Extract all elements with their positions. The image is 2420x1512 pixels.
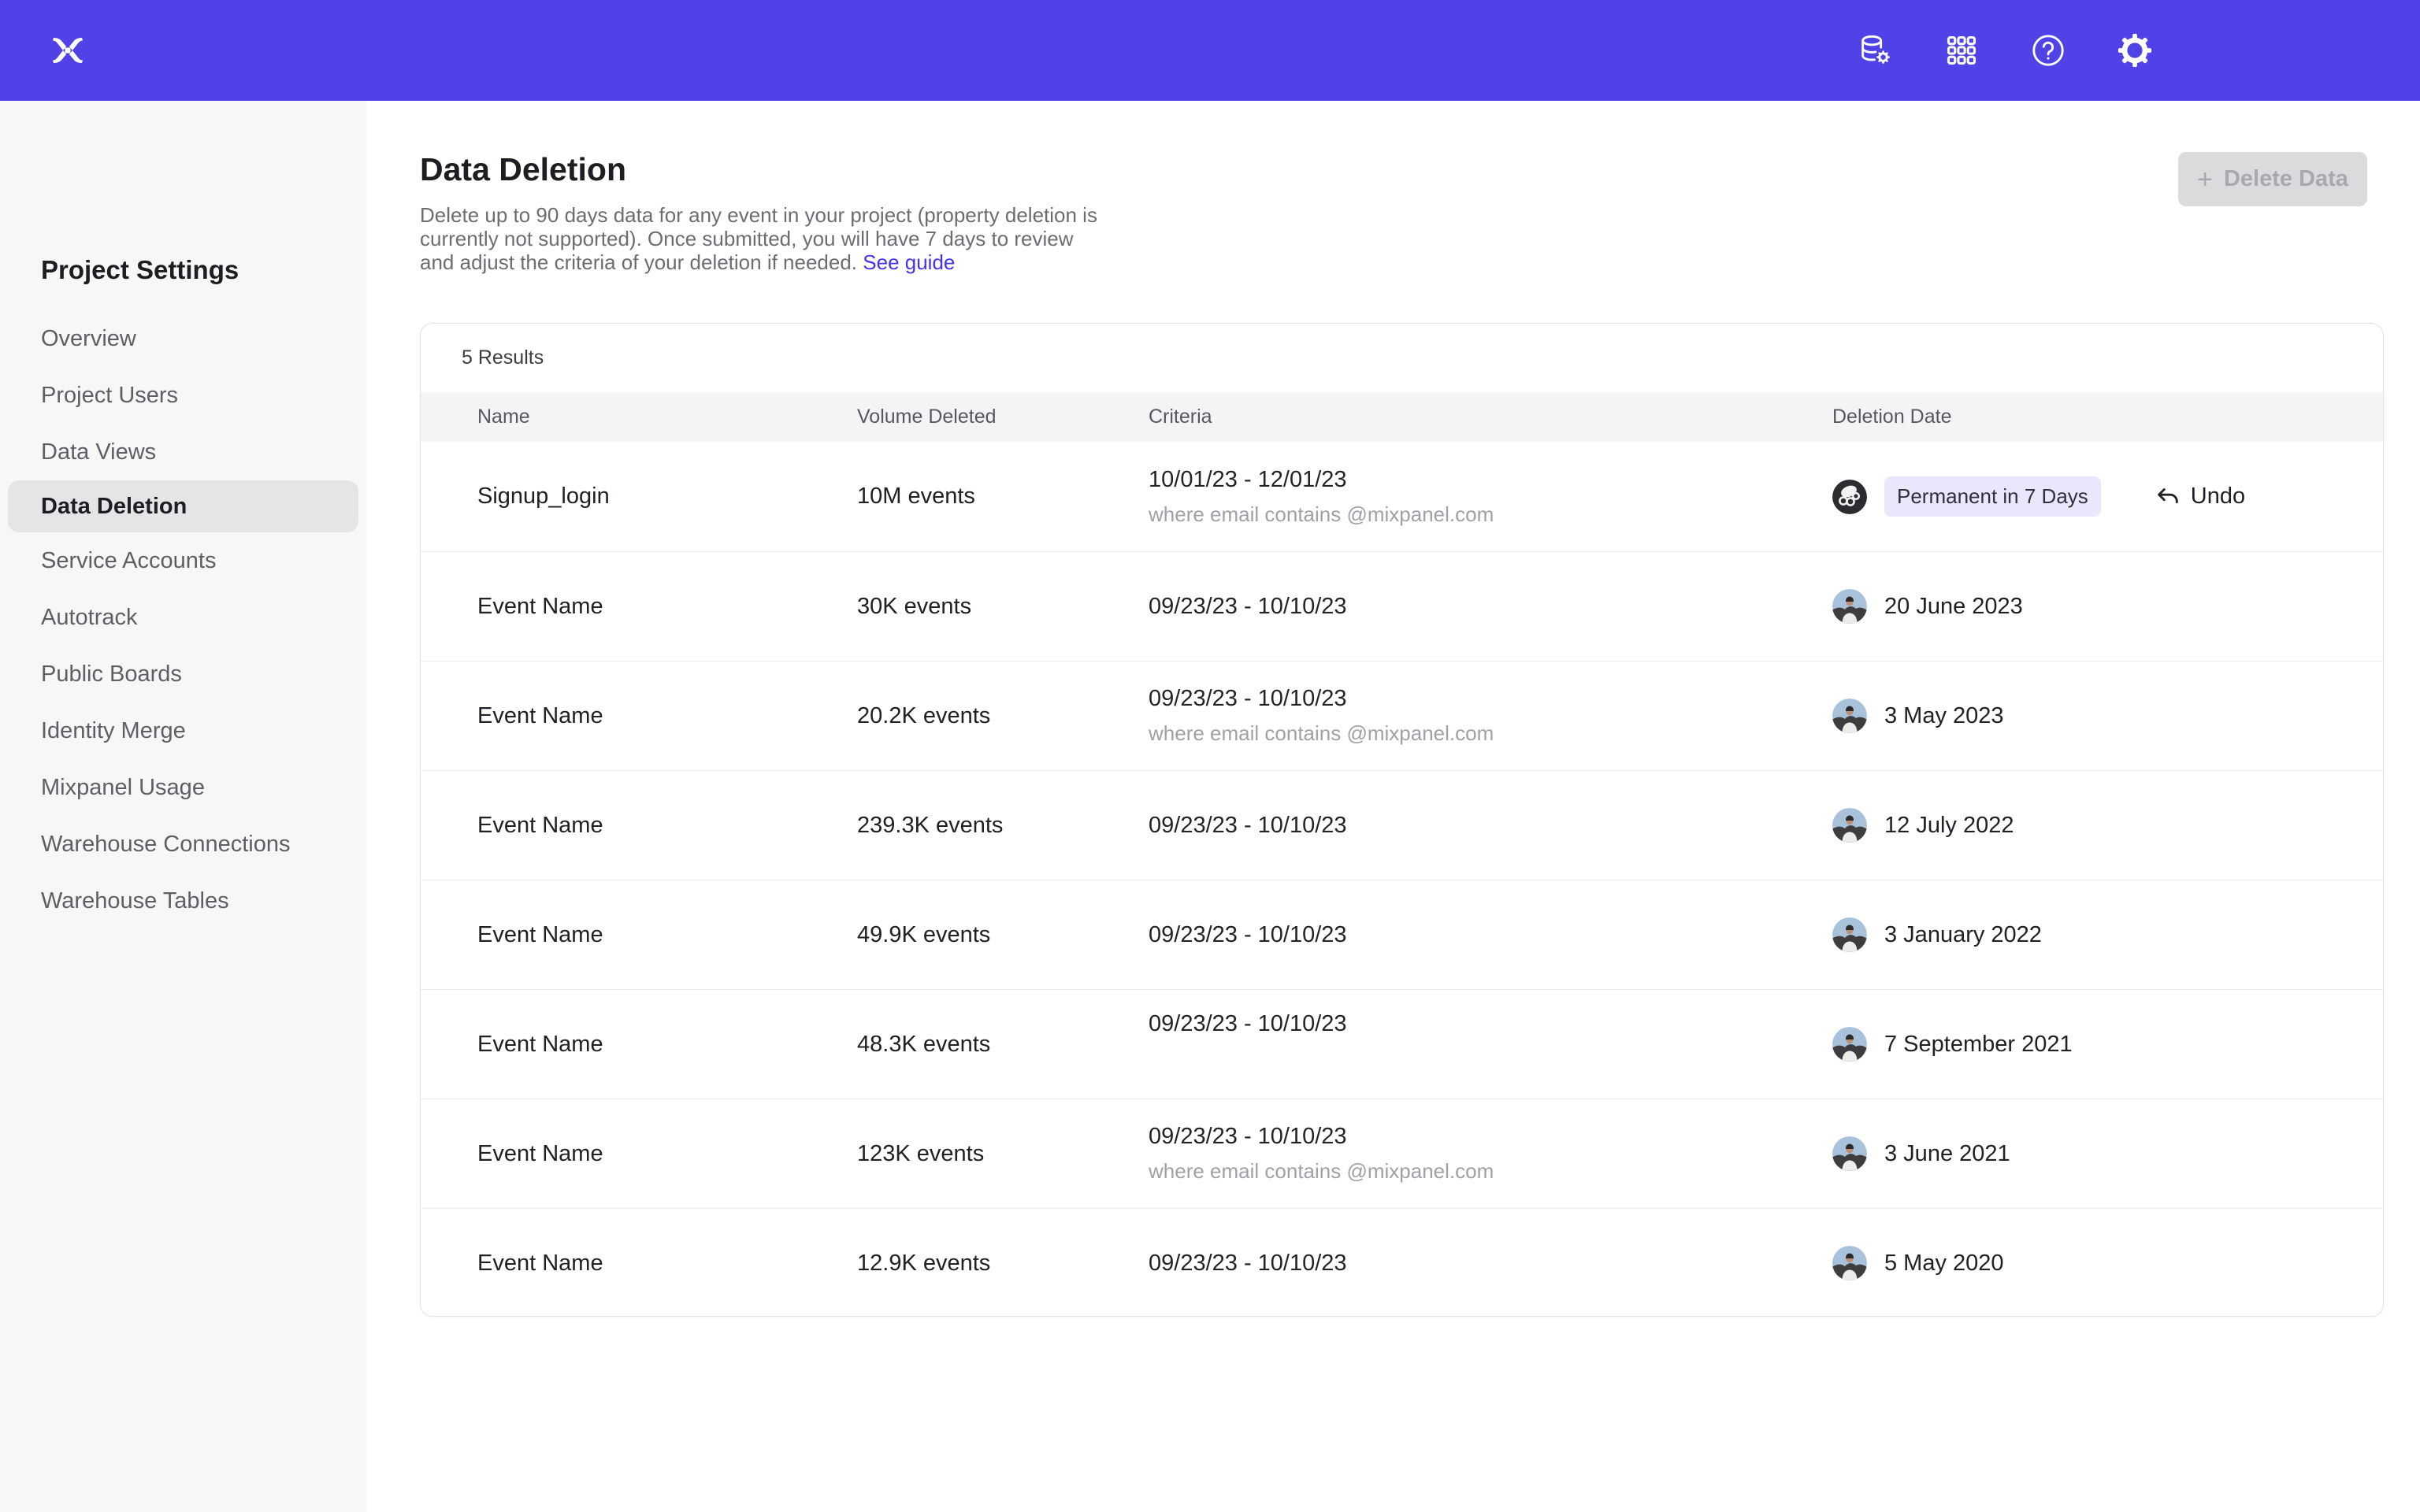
table-row: Event Name 239.3K events 09/23/23 - 10/1… — [421, 770, 2383, 880]
deletion-date: 3 May 2023 — [1884, 703, 2004, 729]
deletion-date: 7 September 2021 — [1884, 1032, 2073, 1058]
deletion-date: 20 June 2023 — [1884, 594, 2023, 620]
deletion-date: 3 January 2022 — [1884, 922, 2042, 948]
sidebar-item-data-deletion[interactable]: Data Deletion — [8, 480, 358, 532]
user-avatar — [1832, 480, 1867, 514]
column-header-volume: Volume Deleted — [857, 406, 1149, 428]
sidebar-item-identity-merge[interactable]: Identity Merge — [0, 702, 366, 759]
settings-sidebar: Project Settings Overview Project Users … — [0, 101, 366, 1512]
user-avatar — [1832, 917, 1867, 952]
row-name: Signup_login — [477, 484, 857, 510]
table-header-row: Name Volume Deleted Criteria Deletion Da… — [421, 392, 2383, 442]
row-volume: 239.3K events — [857, 813, 1149, 839]
sidebar-item-public-boards[interactable]: Public Boards — [0, 646, 366, 702]
row-criteria: 10/01/23 - 12/01/23 — [1149, 467, 1832, 493]
top-navigation-bar — [0, 0, 2420, 101]
row-criteria: 09/23/23 - 10/10/23 — [1149, 1124, 1832, 1150]
mixpanel-logo-icon[interactable] — [49, 32, 87, 69]
data-management-icon[interactable] — [1856, 32, 1894, 69]
sidebar-item-data-views[interactable]: Data Views — [0, 424, 366, 480]
deletion-date: 12 July 2022 — [1884, 813, 2014, 839]
user-avatar — [1832, 808, 1867, 843]
user-avatar — [1832, 1027, 1867, 1062]
page-description-text: Delete up to 90 days data for any event … — [420, 203, 1097, 274]
table-row: Signup_login 10M events 10/01/23 - 12/01… — [421, 442, 2383, 551]
row-criteria-detail: where email contains @mixpanel.com — [1149, 1159, 1832, 1184]
row-name: Event Name — [477, 1032, 857, 1058]
sidebar-item-warehouse-connections[interactable]: Warehouse Connections — [0, 816, 366, 873]
sidebar-item-autotrack[interactable]: Autotrack — [0, 589, 366, 646]
table-row: Event Name 12.9K events 09/23/23 - 10/10… — [421, 1208, 2383, 1317]
sidebar-nav: Overview Project Users Data Views Data D… — [0, 310, 366, 929]
user-avatar — [1832, 589, 1867, 624]
row-volume: 48.3K events — [857, 1032, 1149, 1058]
results-count: 5 Results — [421, 324, 2383, 392]
row-criteria-detail: where email contains @mixpanel.com — [1149, 502, 1832, 527]
column-header-deletion-date: Deletion Date — [1832, 406, 2383, 428]
settings-gear-icon[interactable] — [2116, 32, 2154, 69]
table-row: Event Name 20.2K events 09/23/23 - 10/10… — [421, 661, 2383, 770]
criteria-spacer — [1149, 1047, 1832, 1078]
row-criteria: 09/23/23 - 10/10/23 — [1149, 1011, 1832, 1037]
see-guide-link[interactable]: See guide — [863, 250, 955, 274]
delete-data-button[interactable]: + Delete Data — [2178, 152, 2367, 206]
table-row: Event Name 30K events 09/23/23 - 10/10/2… — [421, 551, 2383, 661]
row-criteria: 09/23/23 - 10/10/23 — [1149, 813, 1832, 839]
column-header-name: Name — [477, 406, 857, 428]
deletion-table-card: 5 Results Name Volume Deleted Criteria D… — [420, 323, 2384, 1317]
undo-icon — [2155, 484, 2181, 510]
table-row: Event Name 123K events 09/23/23 - 10/10/… — [421, 1099, 2383, 1208]
row-volume: 30K events — [857, 594, 1149, 620]
row-criteria-detail: where email contains @mixpanel.com — [1149, 721, 1832, 746]
page-title: Data Deletion — [420, 151, 626, 188]
undo-button[interactable]: Undo — [2155, 484, 2245, 510]
sidebar-item-warehouse-tables[interactable]: Warehouse Tables — [0, 873, 366, 929]
row-name: Event Name — [477, 594, 857, 620]
column-header-criteria: Criteria — [1149, 406, 1832, 428]
deletion-date: 3 June 2021 — [1884, 1141, 2010, 1167]
row-volume: 10M events — [857, 484, 1149, 510]
help-icon[interactable] — [2029, 32, 2067, 69]
row-name: Event Name — [477, 1141, 857, 1167]
deletion-date: 5 May 2020 — [1884, 1251, 2004, 1277]
table-row: Event Name 48.3K events 09/23/23 - 10/10… — [421, 989, 2383, 1099]
row-volume: 123K events — [857, 1141, 1149, 1167]
sidebar-item-mixpanel-usage[interactable]: Mixpanel Usage — [0, 759, 366, 816]
row-criteria: 09/23/23 - 10/10/23 — [1149, 686, 1832, 712]
row-name: Event Name — [477, 703, 857, 729]
plus-icon: + — [2197, 166, 2213, 193]
user-avatar — [1832, 1136, 1867, 1171]
row-name: Event Name — [477, 813, 857, 839]
topbar-icon-group — [1856, 0, 2154, 101]
user-avatar — [1832, 1246, 1867, 1280]
row-criteria: 09/23/23 - 10/10/23 — [1149, 922, 1832, 948]
row-volume: 49.9K events — [857, 922, 1149, 948]
row-name: Event Name — [477, 1251, 857, 1277]
sidebar-item-service-accounts[interactable]: Service Accounts — [0, 532, 366, 589]
sidebar-title: Project Settings — [41, 255, 239, 285]
sidebar-item-project-users[interactable]: Project Users — [0, 367, 366, 424]
row-name: Event Name — [477, 922, 857, 948]
row-criteria: 09/23/23 - 10/10/23 — [1149, 594, 1832, 620]
row-volume: 20.2K events — [857, 703, 1149, 729]
undo-label: Undo — [2191, 484, 2245, 510]
status-badge: Permanent in 7 Days — [1884, 476, 2101, 517]
table-row: Event Name 49.9K events 09/23/23 - 10/10… — [421, 880, 2383, 989]
page-description: Delete up to 90 days data for any event … — [420, 203, 1113, 274]
row-criteria: 09/23/23 - 10/10/23 — [1149, 1251, 1832, 1277]
delete-data-button-label: Delete Data — [2224, 166, 2348, 192]
sidebar-item-overview[interactable]: Overview — [0, 310, 366, 367]
user-avatar — [1832, 699, 1867, 733]
row-volume: 12.9K events — [857, 1251, 1149, 1277]
main-content: Data Deletion Delete up to 90 days data … — [366, 101, 2420, 1512]
apps-grid-icon[interactable] — [1943, 32, 1980, 69]
